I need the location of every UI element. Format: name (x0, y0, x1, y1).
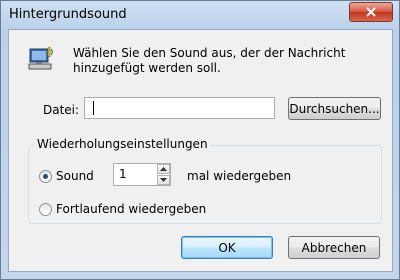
instruction-text: Wählen Sie den Sound aus, der der Nachri… (73, 46, 346, 75)
loop-radio[interactable] (39, 203, 52, 216)
spin-up-button[interactable] (157, 164, 170, 174)
spin-down-button[interactable] (157, 175, 170, 185)
loop-radio-label[interactable]: Fortlaufend wiedergeben (56, 202, 206, 216)
arrow-up-icon (160, 167, 167, 171)
repeat-count-value[interactable]: 1 (119, 167, 127, 181)
close-button[interactable] (349, 2, 393, 22)
dialog-window: Hintergrundsound Wählen Sie den Sound au… (0, 0, 400, 280)
sound-computer-icon (28, 46, 53, 70)
window-title: Hintergrundsound (9, 7, 127, 22)
arrow-down-icon (160, 178, 167, 182)
dialog-body: Wählen Sie den Sound aus, der der Nachri… (8, 29, 393, 272)
sound-radio-label[interactable]: Sound (56, 169, 94, 183)
file-path-input[interactable] (84, 97, 275, 119)
cancel-button[interactable]: Abbrechen (288, 236, 380, 259)
file-label: Datei: (43, 103, 80, 117)
close-icon (366, 7, 376, 17)
repeat-count-suffix: mal wiedergeben (187, 169, 292, 183)
sound-radio[interactable] (39, 170, 52, 183)
repeat-settings-legend: Wiederholungseinstellungen (34, 137, 211, 151)
text-caret (93, 101, 94, 115)
title-bar: Hintergrundsound (1, 1, 399, 29)
ok-button[interactable]: OK (181, 236, 273, 259)
browse-button[interactable]: Durchsuchen... (288, 97, 381, 120)
